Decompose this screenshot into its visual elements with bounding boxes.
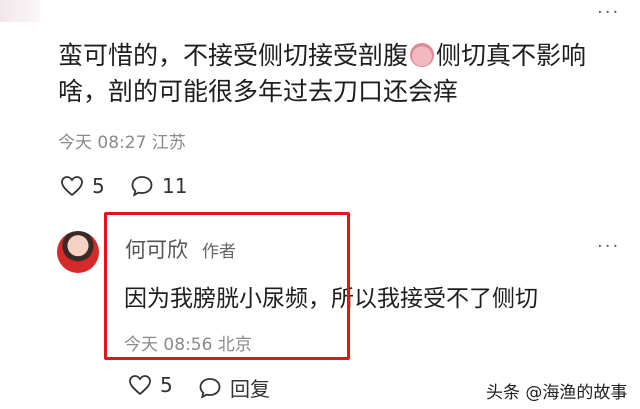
avatar[interactable] bbox=[57, 231, 99, 273]
comment-text-line1-a: 蛮可惜的，不接受侧切接受剖腹 bbox=[58, 41, 409, 70]
comment-reply-count-button[interactable]: 11 bbox=[130, 174, 187, 198]
comment-text-line1-b: 侧切真不影响 bbox=[436, 41, 587, 70]
reply-like-count: 5 bbox=[160, 373, 173, 397]
reply-more-icon[interactable]: ··· bbox=[597, 238, 620, 256]
comment-like-button[interactable]: 5 bbox=[60, 174, 105, 198]
comment-text-line2: 啥，剖的可能很多年过去刀口还会痒 bbox=[58, 77, 459, 106]
comment-text: 蛮可惜的，不接受侧切接受剖腹 侧切真不影响 啥，剖的可能很多年过去刀口还会痒 bbox=[58, 38, 628, 110]
comment-like-count: 5 bbox=[92, 174, 105, 198]
reply-like-button[interactable]: 5 bbox=[128, 373, 173, 397]
comment-reply-count: 11 bbox=[162, 174, 188, 198]
emoji-icon bbox=[410, 43, 435, 67]
watermark: 头条 @海渔的故事 bbox=[486, 383, 628, 403]
top-left-blurred-area bbox=[0, 0, 40, 22]
comment-bubble-icon bbox=[131, 176, 153, 197]
heart-icon bbox=[61, 176, 83, 197]
comment-bubble-icon bbox=[199, 377, 221, 399]
comment-meta: 今天 08:27 江苏 bbox=[58, 133, 186, 153]
reply-button[interactable]: 回复 bbox=[198, 373, 270, 402]
comment-more-icon[interactable]: ··· bbox=[597, 4, 620, 22]
heart-icon bbox=[129, 375, 151, 396]
reply-button-label: 回复 bbox=[230, 377, 270, 401]
highlight-box bbox=[104, 212, 350, 360]
